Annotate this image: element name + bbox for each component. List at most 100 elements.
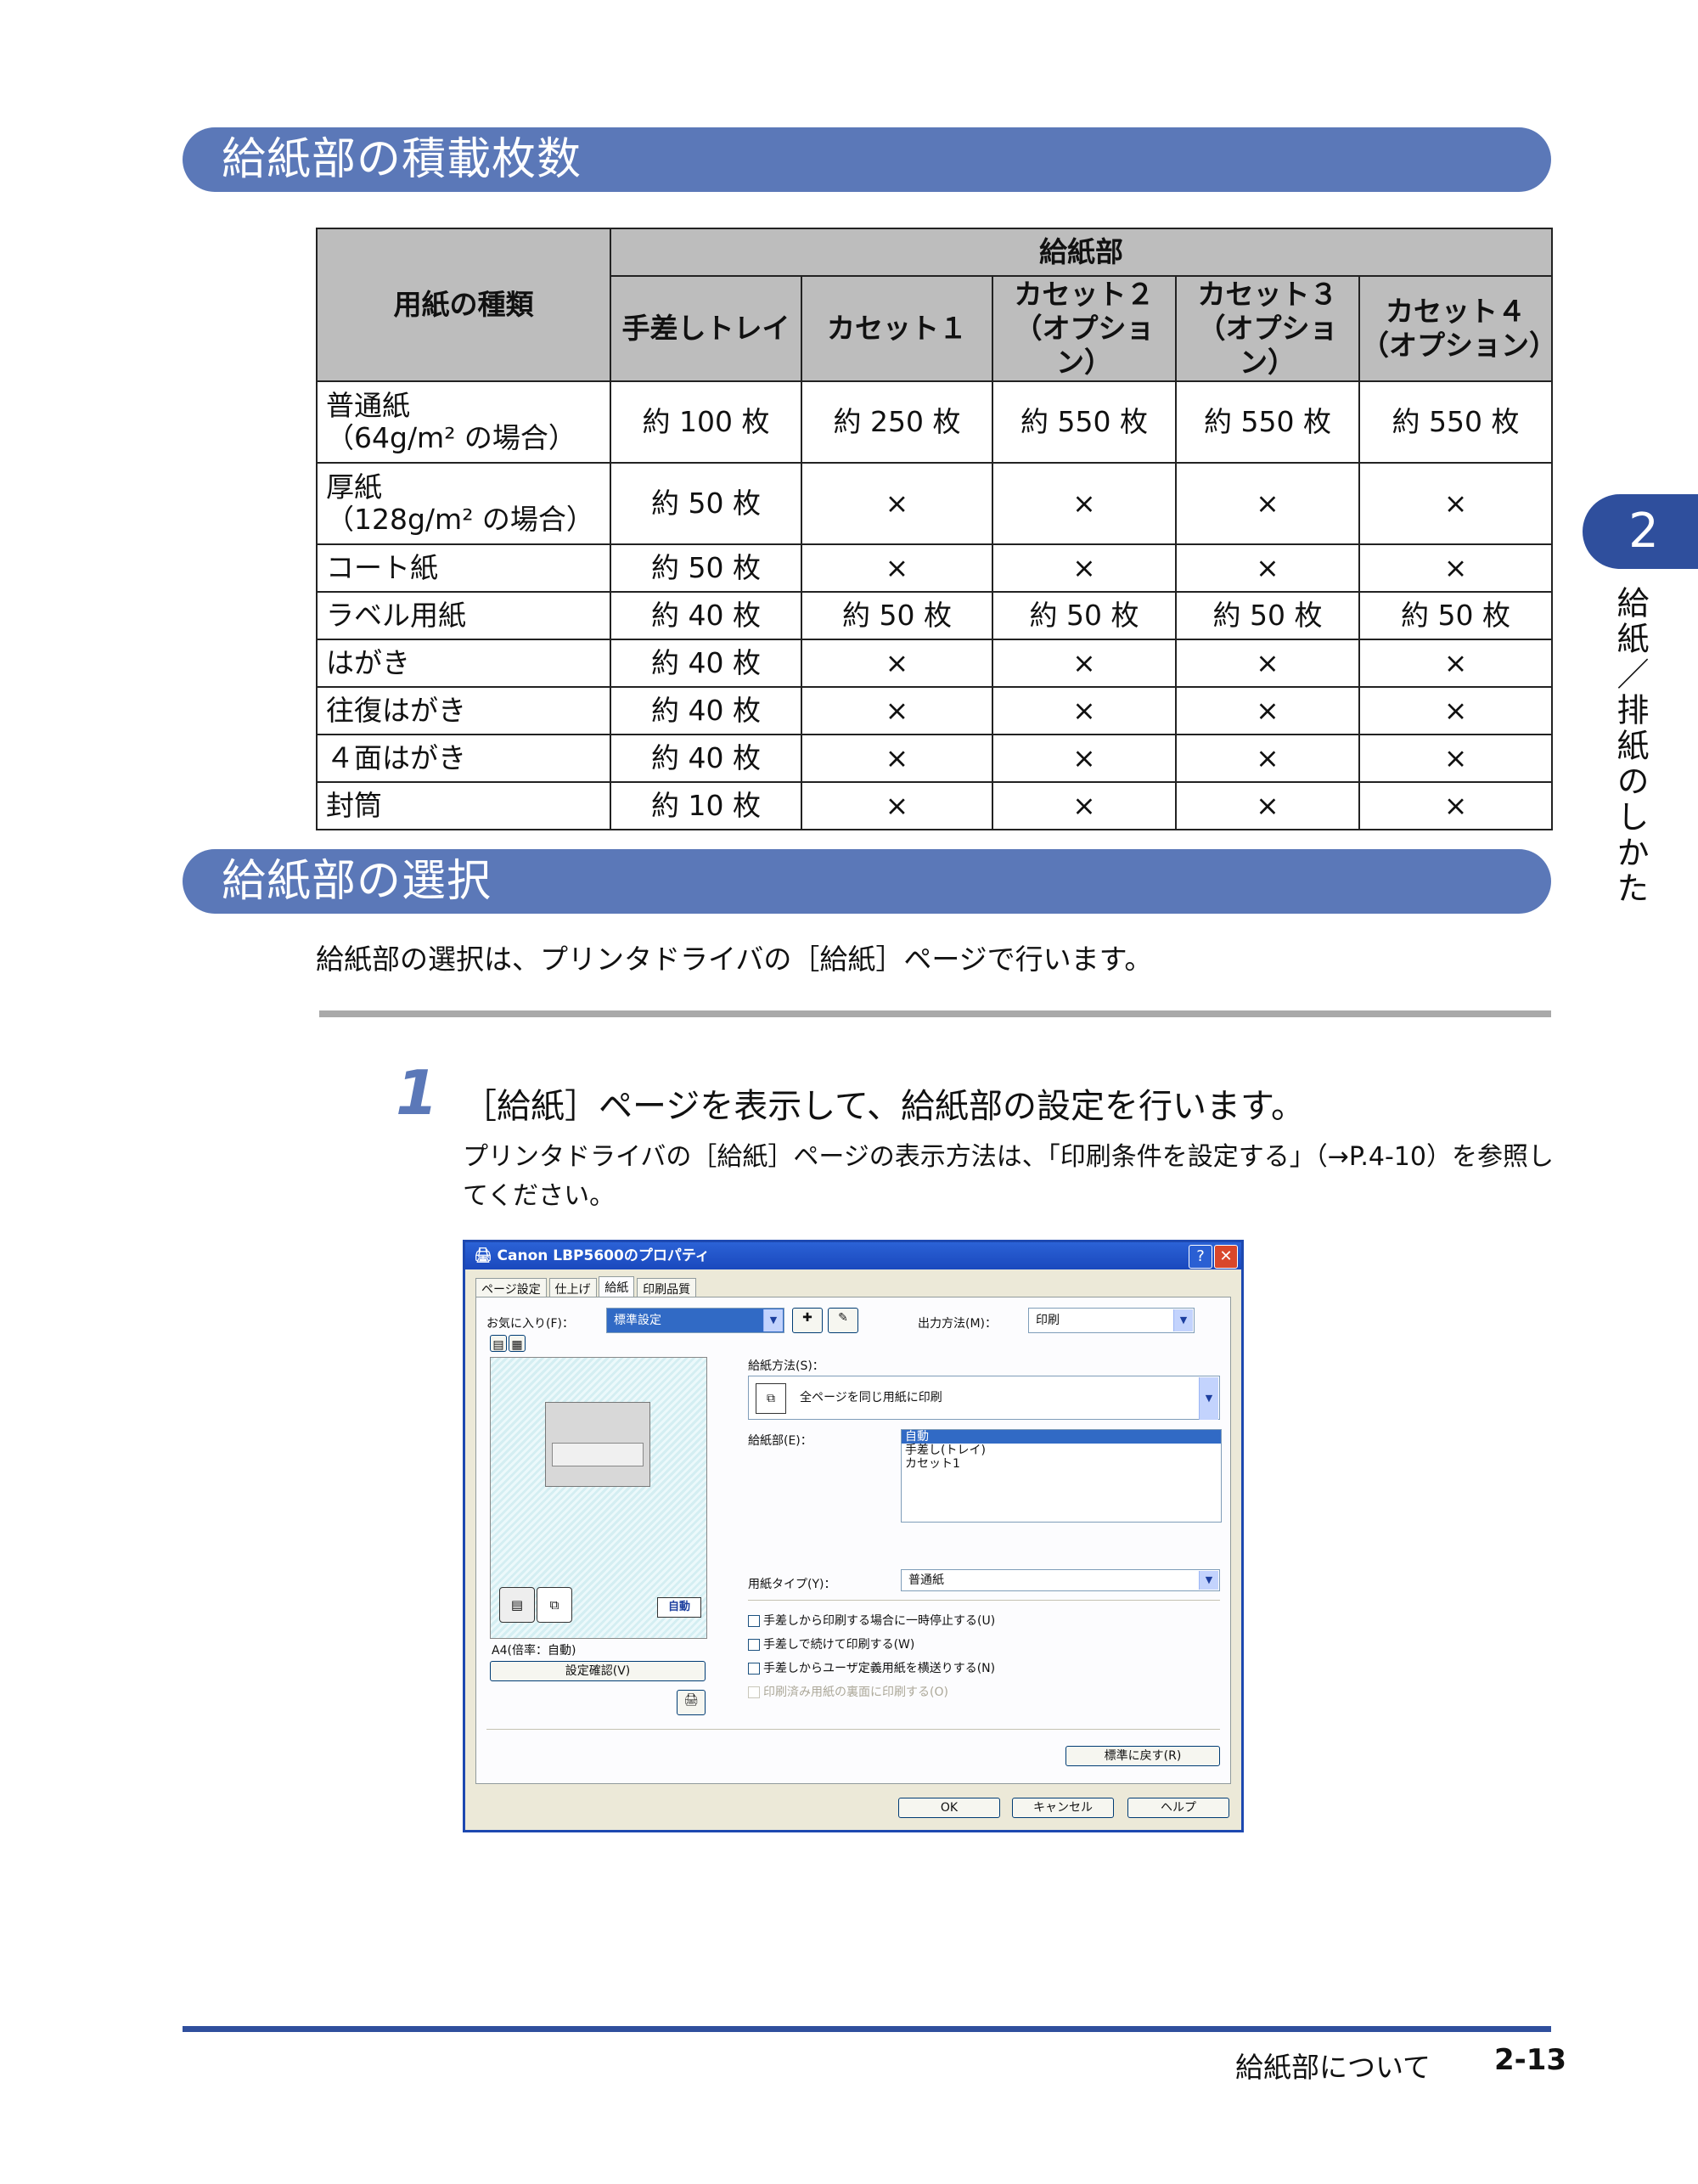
auto-badge: 自動 <box>657 1597 701 1618</box>
capacity-cell: 約 50 枚 <box>801 591 993 640</box>
printer-icon: 🖨 <box>474 1247 498 1264</box>
paper-type-cell: 厚紙 （128g/m² の場合） <box>316 462 611 545</box>
checkbox-label: 手差しからユーザ定義用紙を横送りする(N) <box>763 1662 996 1675</box>
source-listbox[interactable]: 自動 手差し(トレイ) カセット1 <box>901 1429 1222 1523</box>
printer-info-icon[interactable]: 🖨 <box>677 1690 706 1715</box>
paper-type-cell: ４面はがき <box>316 734 611 783</box>
checkbox-continuous-manual[interactable]: 手差しで続けて印刷する(W) <box>748 1635 914 1652</box>
chevron-down-icon: ▼ <box>1173 1309 1193 1331</box>
capacity-cell: × <box>992 639 1177 688</box>
capacity-cell: × <box>992 781 1177 830</box>
paper-type-cell: 往復はがき <box>316 686 611 735</box>
capacity-cell: 約 10 枚 <box>610 781 802 830</box>
paper-type-value: 普通紙 <box>908 1573 944 1587</box>
table-row: はがき約 40 枚 × × × × <box>316 639 1554 688</box>
pages-icon: ⧉ <box>756 1383 786 1414</box>
output-method-select[interactable]: 印刷 ▼ <box>1028 1308 1195 1333</box>
capacity-table: 用紙の種類 給紙部 手差しトレイ カセット１ カセット２ （オプション） カセッ… <box>316 228 1557 830</box>
footer-section-title: 給紙部について <box>1235 2051 1431 2084</box>
tab-panel: お気に入り(F)： 標準設定 ▼ ✚ ✎ 出力方法(M)： 印刷 ▼ ▤ ▦ ▤… <box>475 1297 1231 1784</box>
paper-type-select[interactable]: 普通紙 ▼ <box>901 1569 1220 1591</box>
output-method-value: 印刷 <box>1036 1314 1060 1327</box>
capacity-cell: 約 50 枚 <box>1358 591 1554 640</box>
favorites-select[interactable]: 標準設定 ▼ <box>606 1308 784 1333</box>
chapter-tab: 2 <box>1583 494 1698 569</box>
checkbox-pause-manual[interactable]: 手差しから印刷する場合に一時停止する(U) <box>748 1612 995 1629</box>
edit-favorite-icon[interactable]: ✎ <box>828 1308 858 1333</box>
capacity-cell: × <box>1175 462 1360 545</box>
page-number: 2-13 <box>1494 2043 1567 2077</box>
chapter-vertical-title: 給紙／排紙のしかた <box>1611 586 1649 907</box>
preview-caption: A4(倍率：自動) <box>492 1644 576 1658</box>
capacity-cell: 約 100 枚 <box>610 380 802 464</box>
close-button[interactable]: ✕ <box>1214 1245 1238 1269</box>
checkbox-print-reverse: 印刷済み用紙の裏面に印刷する(O) <box>748 1683 948 1700</box>
source-option[interactable]: カセット1 <box>902 1457 1221 1471</box>
cancel-button[interactable]: キャンセル <box>1012 1798 1114 1818</box>
tab-paper-source[interactable]: 給紙 <box>599 1276 635 1299</box>
capacity-cell: 約 550 枚 <box>1175 380 1360 464</box>
header-feed-source: 給紙部 <box>609 228 1554 277</box>
help-title-button[interactable]: ? <box>1189 1245 1212 1269</box>
divider <box>748 1600 1220 1601</box>
col-header: 手差しトレイ <box>610 275 802 382</box>
capacity-cell: × <box>992 734 1177 783</box>
capacity-cell: × <box>1358 686 1554 735</box>
ok-button[interactable]: OK <box>898 1798 1000 1818</box>
capacity-cell: × <box>992 462 1177 545</box>
paper-type-cell: 普通紙 （64g/m² の場合） <box>316 380 611 464</box>
step-number: 1 <box>396 1057 439 1129</box>
favorites-label: お気に入り(F)： <box>486 1317 574 1331</box>
footer-rule <box>183 2026 1551 2032</box>
checkbox-label: 印刷済み用紙の裏面に印刷する(O) <box>763 1686 948 1699</box>
capacity-cell: × <box>1358 734 1554 783</box>
capacity-cell: × <box>801 639 993 688</box>
capacity-cell: × <box>801 781 993 830</box>
help-button[interactable]: ヘルプ <box>1127 1798 1229 1818</box>
capacity-cell: × <box>1175 639 1360 688</box>
section-title-capacity: 給紙部の積載枚数 <box>183 127 1551 192</box>
feed-method-select[interactable]: ⧉ 全ページを同じ用紙に印刷 ▼ <box>748 1376 1220 1420</box>
favorites-value: 標準設定 <box>614 1314 661 1327</box>
table-row: ４面はがき約 40 枚 × × × × <box>316 734 1554 783</box>
checkbox-sideways-custom[interactable]: 手差しからユーザ定義用紙を横送りする(N) <box>748 1659 995 1676</box>
table-row: ラベル用紙約 40 枚約 50 枚約 50 枚約 50 枚約 50 枚 <box>316 591 1554 640</box>
paper-type-label: 用紙タイプ(Y)： <box>748 1578 836 1591</box>
add-favorite-icon[interactable]: ✚ <box>792 1308 823 1333</box>
dialog-titlebar: 🖨 Canon LBP5600のプロパティ <box>465 1242 1241 1269</box>
table-row: 封筒約 10 枚 × × × × <box>316 781 1554 830</box>
checkbox-label: 手差しから印刷する場合に一時停止する(U) <box>763 1614 996 1628</box>
restore-defaults-button[interactable]: 標準に戻す(R) <box>1065 1746 1220 1766</box>
capacity-cell: 約 40 枚 <box>610 639 802 688</box>
capacity-cell: × <box>1175 543 1360 593</box>
header-paper-type: 用紙の種類 <box>316 228 611 382</box>
pages-icon: ⧉ <box>537 1587 572 1623</box>
checkbox-icon <box>748 1686 760 1698</box>
capacity-cell: 約 50 枚 <box>610 462 802 545</box>
source-option[interactable]: 自動 <box>902 1430 1221 1444</box>
paper-type-cell: はがき <box>316 639 611 688</box>
confirm-settings-button[interactable]: 設定確認(V) <box>490 1661 706 1681</box>
capacity-cell: 約 50 枚 <box>1175 591 1360 640</box>
capacity-cell: × <box>801 462 993 545</box>
capacity-cell: × <box>1358 639 1554 688</box>
capacity-cell: × <box>1175 686 1360 735</box>
checkbox-icon <box>748 1639 760 1651</box>
table-row: 往復はがき約 40 枚 × × × × <box>316 686 1554 735</box>
output-method-label: 出力方法(M)： <box>918 1317 998 1331</box>
preview-paper-icon[interactable]: ▤ <box>490 1335 507 1352</box>
capacity-cell: × <box>1175 781 1360 830</box>
capacity-cell: × <box>801 543 993 593</box>
dialog-title: Canon LBP5600のプロパティ <box>497 1247 710 1264</box>
checkbox-icon <box>748 1615 760 1627</box>
capacity-cell: 約 550 枚 <box>1358 380 1554 464</box>
capacity-cell: × <box>992 686 1177 735</box>
capacity-cell: 約 250 枚 <box>801 380 993 464</box>
section-title-selection: 給紙部の選択 <box>183 849 1551 914</box>
paper-stack-icon: ▤ <box>499 1587 535 1623</box>
preview-printer-icon[interactable]: ▦ <box>509 1335 526 1352</box>
capacity-cell: × <box>1358 462 1554 545</box>
capacity-cell: × <box>1358 781 1554 830</box>
source-option[interactable]: 手差し(トレイ) <box>902 1444 1221 1457</box>
chevron-down-icon: ▼ <box>763 1309 783 1331</box>
